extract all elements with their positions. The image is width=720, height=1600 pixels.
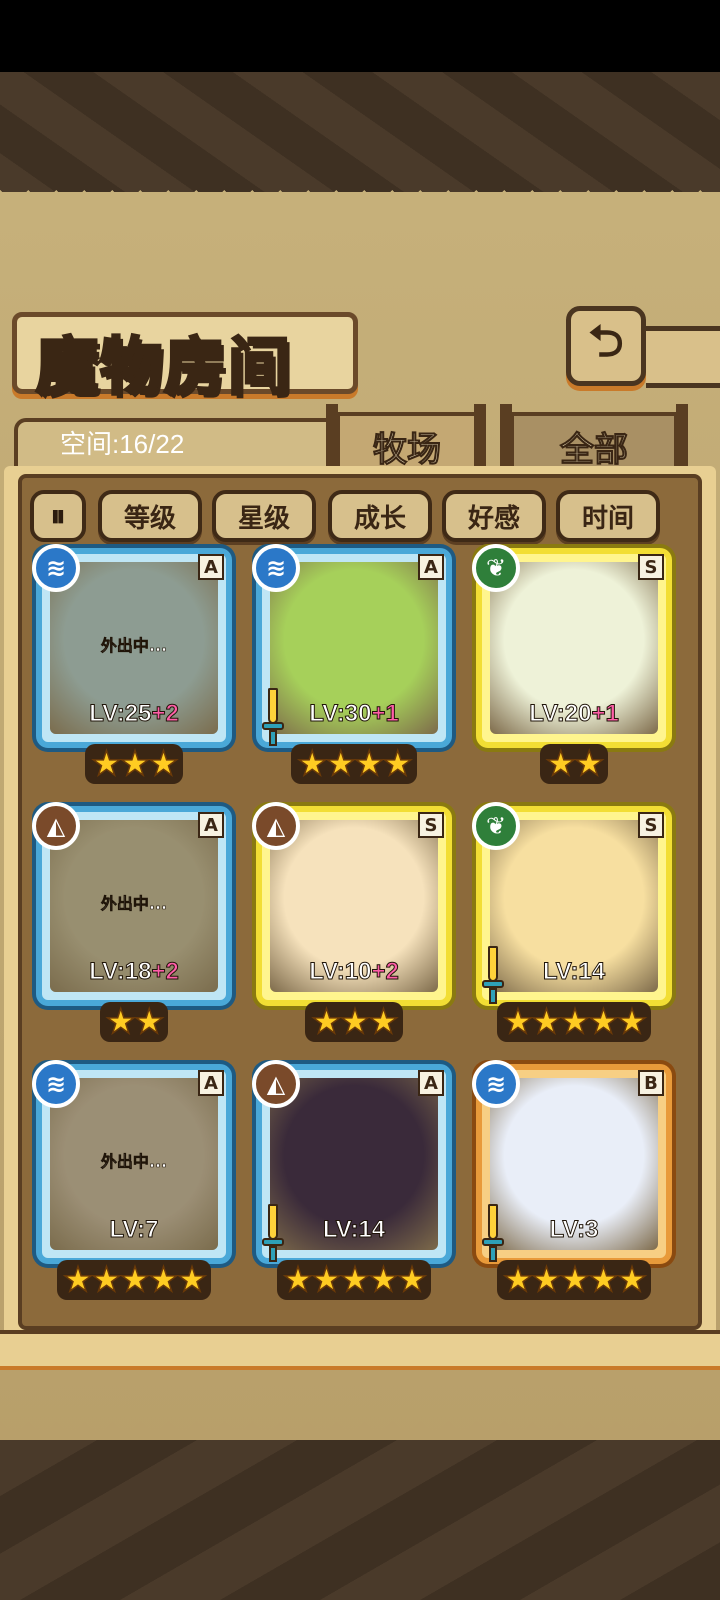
panel-torn-edge-top (0, 190, 720, 218)
level-bonus: +2 (151, 700, 179, 728)
rank-badge: B (638, 1070, 664, 1096)
return-arrow-icon: ⮌ (588, 315, 624, 367)
water-element-icon: ≋ (32, 1060, 80, 1108)
earth-element-icon: ◭ (32, 802, 80, 850)
rank-badge: S (638, 554, 664, 580)
monster-card[interactable]: ◭ A LV:14 ★★★★★ (252, 1060, 452, 1301)
filter-bar: ⏸ 等级 星级 成长 好感 时间 (30, 490, 690, 546)
level-value: LV:14 (542, 958, 606, 986)
filter-growth-button[interactable]: 成长 (328, 490, 432, 542)
level-value: LV:3 (549, 1216, 599, 1244)
star-icons: ★★ (539, 743, 609, 785)
level-label: LV:10+2 (256, 958, 452, 986)
star-rating: ★★★★★ (476, 1001, 672, 1043)
level-value: LV:18 (89, 958, 152, 986)
star-icons: ★★★★★ (496, 1259, 652, 1301)
level-label: LV:14 (256, 1216, 452, 1244)
monster-card[interactable]: ≋ A LV:30+1 ★★★★ (252, 544, 452, 785)
star-rating: ★★ (36, 1001, 232, 1043)
level-label: LV:18+2 (36, 958, 232, 986)
level-label: LV:3 (476, 1216, 672, 1244)
star-rating: ★★★★ (256, 743, 452, 785)
earth-element-icon: ◭ (252, 1060, 300, 1108)
map-background-bottom (0, 1440, 720, 1600)
level-label: LV:14 (476, 958, 672, 986)
star-rating: ★★ (476, 743, 672, 785)
star-rating: ★★★★★ (256, 1259, 452, 1301)
star-icons: ★★★★★ (276, 1259, 432, 1301)
water-element-icon: ≋ (472, 1060, 520, 1108)
back-button-rail (646, 326, 720, 388)
monster-card[interactable]: 外出中... ≋ A LV:7 ★★★★★ (32, 1060, 232, 1301)
level-label: LV:25+2 (36, 700, 232, 728)
level-label: LV:20+1 (476, 700, 672, 728)
monster-card[interactable]: ❦ S LV:20+1 ★★ (472, 544, 672, 785)
star-rating: ★★★ (256, 1001, 452, 1043)
away-status: 外出中... (100, 636, 168, 656)
star-icons: ★★★★★ (56, 1259, 212, 1301)
leaf-element-icon: ❦ (472, 802, 520, 850)
star-icons: ★★★ (85, 743, 183, 785)
rank-badge: S (418, 812, 444, 838)
star-rating: ★★★ (36, 743, 232, 785)
level-value: LV:20 (529, 700, 592, 728)
level-bonus: +1 (591, 700, 619, 728)
sort-toggle-icon: ⏸ (50, 498, 66, 534)
level-bonus: +2 (151, 958, 179, 986)
back-button[interactable]: ⮌ (566, 306, 646, 386)
star-icons: ★★★ (305, 1001, 403, 1043)
level-value: LV:10 (309, 958, 372, 986)
level-value: LV:7 (109, 1216, 159, 1244)
filter-affection-button[interactable]: 好感 (442, 490, 546, 542)
status-bar (0, 0, 720, 72)
rank-badge: A (198, 554, 224, 580)
level-value: LV:25 (89, 700, 152, 728)
earth-element-icon: ◭ (252, 802, 300, 850)
rank-badge: A (418, 554, 444, 580)
rank-badge: A (418, 1070, 444, 1096)
water-element-icon: ≋ (252, 544, 300, 592)
panel-bottom-rail (0, 1330, 720, 1370)
rank-badge: S (638, 812, 664, 838)
level-bonus: +1 (371, 700, 399, 728)
filter-level-button[interactable]: 等级 (98, 490, 202, 542)
star-icons: ★★★★ (291, 743, 417, 785)
rank-badge: A (198, 1070, 224, 1096)
level-label: LV:30+1 (256, 700, 452, 728)
monster-card[interactable]: ❦ S LV:14 ★★★★★ (472, 802, 672, 1043)
storage-capacity: 空间:16/22 (60, 429, 185, 459)
away-status: 外出中... (100, 894, 168, 914)
star-icons: ★★★★★ (496, 1001, 652, 1043)
level-bonus: +2 (371, 958, 399, 986)
page-title: 魔物房间 (34, 329, 293, 405)
filter-time-button[interactable]: 时间 (556, 490, 660, 542)
level-value: LV:14 (322, 1216, 386, 1244)
filter-star-button[interactable]: 星级 (212, 490, 316, 542)
monster-card[interactable]: ◭ S LV:10+2 ★★★ (252, 802, 452, 1043)
monster-card[interactable]: ≋ B LV:3 ★★★★★ (472, 1060, 672, 1301)
level-label: LV:7 (36, 1216, 232, 1244)
star-rating: ★★★★★ (36, 1259, 232, 1301)
sort-order-toggle[interactable]: ⏸ (30, 490, 86, 542)
level-value: LV:30 (309, 700, 372, 728)
monster-card[interactable]: 外出中... ≋ A LV:25+2 ★★★ (32, 544, 232, 785)
water-element-icon: ≋ (32, 544, 80, 592)
star-icons: ★★ (99, 1001, 169, 1043)
leaf-element-icon: ❦ (472, 544, 520, 592)
star-rating: ★★★★★ (476, 1259, 672, 1301)
rank-badge: A (198, 812, 224, 838)
map-background-top (0, 72, 720, 202)
monster-card[interactable]: 外出中... ◭ A LV:18+2 ★★ (32, 802, 232, 1043)
away-status: 外出中... (100, 1152, 168, 1172)
